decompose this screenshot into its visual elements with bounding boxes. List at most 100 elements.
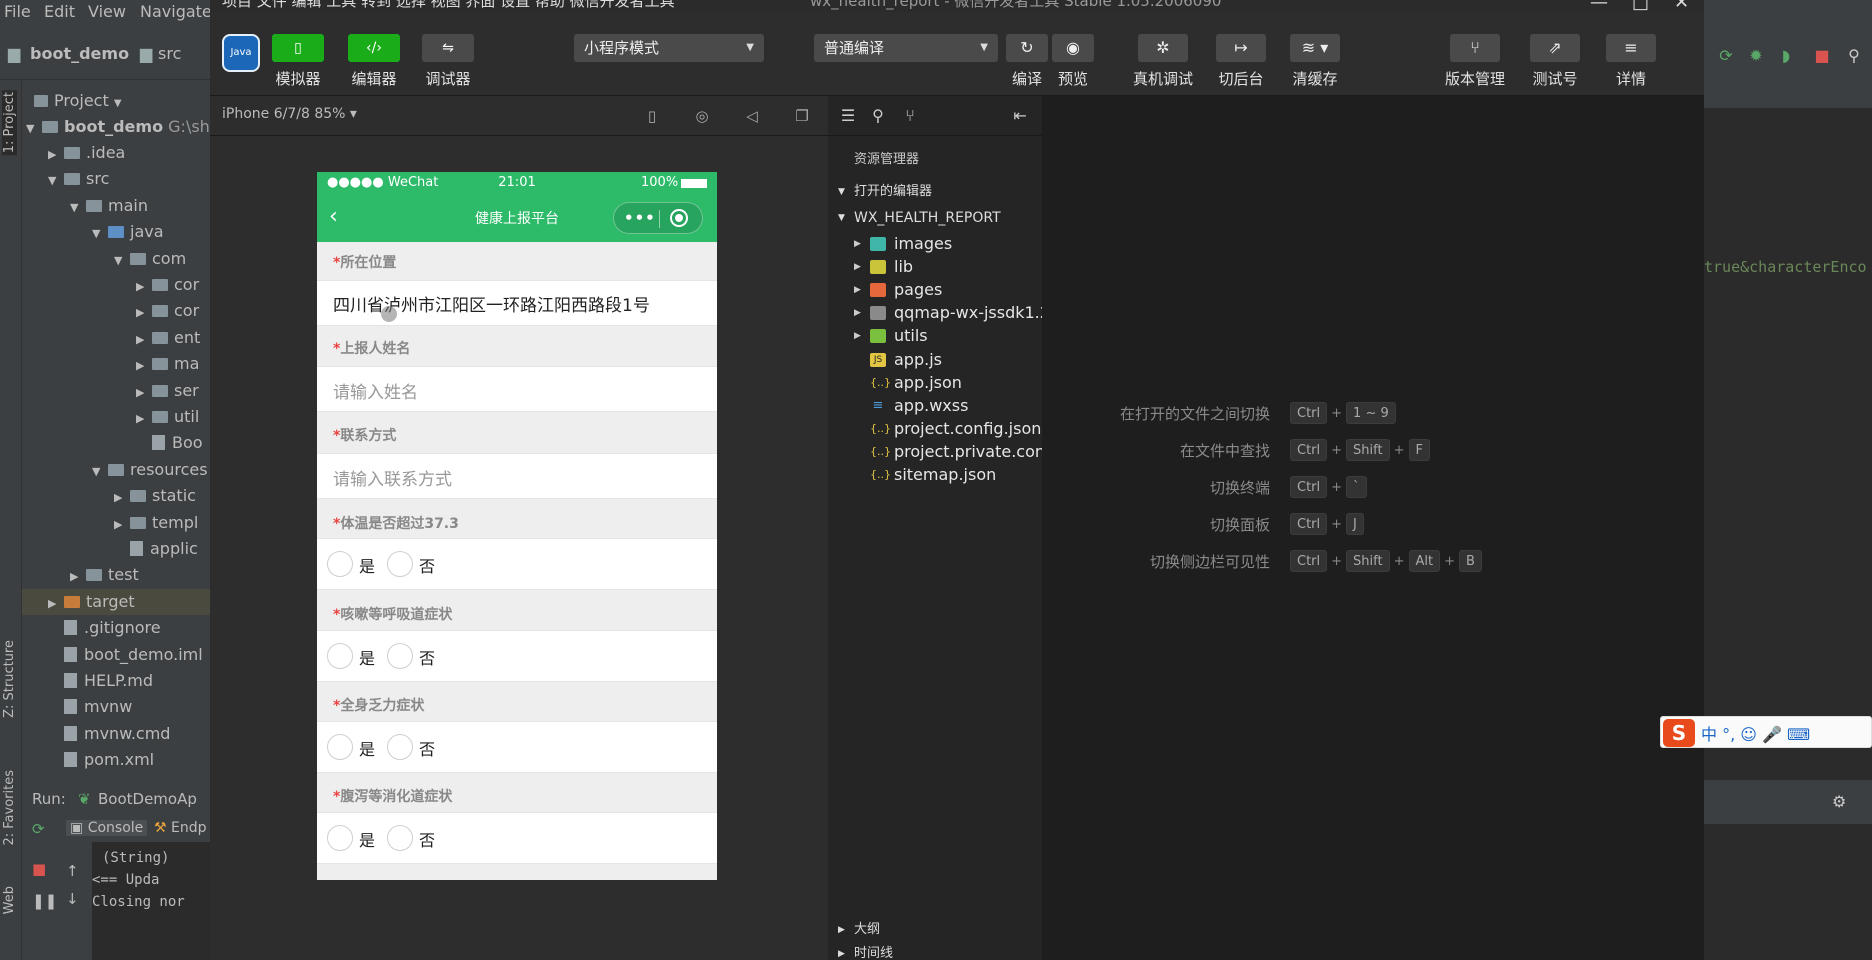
tree-item[interactable]: ▶ util bbox=[136, 404, 199, 430]
gear-icon[interactable]: ⚙ bbox=[1832, 792, 1846, 811]
phone-icon[interactable]: ▯ bbox=[642, 106, 662, 126]
timeline-section[interactable]: ▶ 时间线 bbox=[828, 942, 1042, 960]
editor-button[interactable]: ‹/› bbox=[348, 34, 400, 62]
tree-item[interactable]: mvnw.cmd bbox=[48, 721, 170, 747]
tab-structure[interactable]: Z: Structure bbox=[2, 640, 17, 718]
tree-item[interactable]: ▶ ent bbox=[136, 325, 200, 351]
breadcrumb-project[interactable]: boot_demo bbox=[30, 44, 129, 63]
volume-icon[interactable]: ◁ bbox=[742, 106, 762, 126]
location-field[interactable]: 四川省泸州市江阳区一环路江阳西路段1号 bbox=[317, 280, 717, 326]
version-button[interactable]: ⑂ bbox=[1450, 34, 1500, 62]
source-control-icon[interactable]: ⑂ bbox=[900, 106, 920, 126]
close-mini-icon[interactable] bbox=[670, 209, 688, 227]
explorer-item[interactable]: ▶ pages bbox=[828, 278, 1042, 302]
tree-item[interactable]: ▼ src bbox=[48, 166, 109, 192]
devtools-menus[interactable]: 项目 文件 编辑 工具 转到 选择 视图 界面 设置 帮助 微信开发者工具 bbox=[222, 0, 675, 11]
simulator-button[interactable]: ▯ bbox=[272, 34, 324, 62]
coverage-icon[interactable]: ◗ bbox=[1776, 46, 1796, 66]
tree-item[interactable]: ▶ target bbox=[22, 588, 210, 615]
more-icon[interactable]: ••• bbox=[624, 209, 656, 227]
radio-yes[interactable] bbox=[327, 734, 353, 760]
tree-item[interactable]: mvnw bbox=[48, 694, 132, 720]
explorer-item[interactable]: ▶ utils bbox=[828, 324, 1042, 348]
menu-file[interactable]: File bbox=[4, 0, 31, 24]
tree-item[interactable]: ▶ cor bbox=[136, 272, 199, 298]
collapse-panel-icon[interactable]: ⇤ bbox=[1010, 106, 1030, 126]
explorer-item[interactable]: JS app.js bbox=[828, 348, 1042, 372]
stop-icon[interactable]: ■ bbox=[1812, 46, 1832, 66]
tab-favorites[interactable]: 2: Favorites bbox=[2, 770, 17, 846]
close-icon[interactable]: ✕ bbox=[1674, 0, 1689, 12]
avatar[interactable]: Java bbox=[222, 34, 260, 72]
tree-root[interactable]: ▼boot_demo G:\she bbox=[26, 114, 210, 140]
explorer-item[interactable]: ≡ app.wxss bbox=[828, 394, 1042, 418]
explorer-item[interactable]: {..} app.json bbox=[828, 371, 1042, 395]
console-tab[interactable]: ▣ Console bbox=[66, 820, 148, 836]
mode-select[interactable]: 小程序模式 ▼ bbox=[574, 34, 764, 62]
preview-button[interactable]: ◉ bbox=[1052, 34, 1094, 62]
record-icon[interactable]: ◎ bbox=[692, 106, 712, 126]
search-icon[interactable]: ⚲ bbox=[868, 106, 888, 126]
project-header[interactable]: Project ▼ bbox=[34, 88, 122, 114]
tree-item[interactable]: ▼ com bbox=[114, 246, 186, 272]
tree-item[interactable]: ▶ ma bbox=[136, 351, 199, 377]
tree-item[interactable]: ▼ main bbox=[70, 193, 148, 219]
radio-yes[interactable] bbox=[327, 551, 353, 577]
tree-item[interactable]: ▼ java bbox=[92, 219, 164, 245]
tree-item[interactable]: Boo bbox=[136, 430, 203, 456]
menu-edit[interactable]: Edit bbox=[44, 0, 75, 24]
run-config-tab[interactable]: BootDemoAp bbox=[98, 790, 197, 808]
tree-item[interactable]: ▶ test bbox=[70, 562, 139, 588]
popout-icon[interactable]: ❐ bbox=[792, 106, 812, 126]
endpoints-tab[interactable]: ⚒ Endp bbox=[154, 820, 207, 836]
arrow-up-icon[interactable]: ↑ bbox=[66, 862, 79, 880]
tree-item[interactable]: HELP.md bbox=[48, 668, 153, 694]
remote-debug-button[interactable]: ✲ bbox=[1138, 34, 1188, 62]
capsule-menu[interactable]: ••• bbox=[613, 202, 703, 234]
menu-view[interactable]: View bbox=[88, 0, 126, 24]
rerun-icon[interactable]: ⟳ bbox=[1716, 46, 1736, 66]
breadcrumb-src[interactable]: src bbox=[158, 44, 181, 63]
search-icon[interactable]: ⚲ bbox=[1844, 46, 1864, 66]
name-input[interactable]: 请输入姓名 bbox=[317, 366, 717, 412]
tree-item[interactable]: pom.xml bbox=[48, 747, 154, 773]
clear-cache-button[interactable]: ≋ ▾ bbox=[1290, 34, 1340, 62]
project-section[interactable]: ▼ WX_HEALTH_REPORT bbox=[828, 206, 1042, 230]
tab-web[interactable]: Web bbox=[2, 886, 17, 914]
pause-icon[interactable]: ❚❚ bbox=[32, 892, 57, 910]
background-button[interactable]: ↦ bbox=[1216, 34, 1266, 62]
radio-yes[interactable] bbox=[327, 825, 353, 851]
tree-item[interactable]: ▼ resources bbox=[92, 457, 208, 483]
arrow-down-icon[interactable]: ↓ bbox=[66, 890, 79, 908]
menu-navigate[interactable]: Navigate bbox=[140, 0, 212, 24]
minimize-icon[interactable]: — bbox=[1590, 0, 1608, 12]
tree-item[interactable]: ▶ .idea bbox=[48, 140, 125, 166]
ime-toolbar[interactable]: S 中 °, ☺ 🎤 ⌨ bbox=[1660, 716, 1872, 748]
explorer-item[interactable]: {..} project.config.json bbox=[828, 417, 1042, 441]
device-select[interactable]: iPhone 6/7/8 85% ▾ bbox=[222, 106, 357, 122]
tree-item[interactable]: ▶ ser bbox=[136, 378, 199, 404]
compile-button[interactable]: ↻ bbox=[1006, 34, 1048, 62]
compile-select[interactable]: 普通编译 ▼ bbox=[814, 34, 998, 62]
radio-no[interactable] bbox=[387, 734, 413, 760]
contact-input[interactable]: 请输入联系方式 bbox=[317, 453, 717, 499]
tree-item[interactable]: .gitignore bbox=[48, 615, 161, 641]
radio-no[interactable] bbox=[387, 643, 413, 669]
explorer-item[interactable]: ▶ lib bbox=[828, 255, 1042, 279]
tree-item[interactable]: applic bbox=[114, 536, 198, 562]
tree-item[interactable]: ▶ static bbox=[114, 483, 196, 509]
rerun-icon[interactable]: ⟳ bbox=[32, 820, 45, 838]
list-icon[interactable]: ☰ bbox=[838, 106, 858, 126]
maximize-icon[interactable]: □ bbox=[1632, 0, 1649, 12]
explorer-item[interactable]: ▶ qqmap-wx-jssdk1.2 bbox=[828, 301, 1050, 325]
debug-icon[interactable]: ✹ bbox=[1746, 46, 1766, 66]
details-button[interactable]: ≡ bbox=[1606, 34, 1656, 62]
radio-no[interactable] bbox=[387, 825, 413, 851]
open-editors-section[interactable]: ▼ 打开的编辑器 bbox=[828, 180, 1042, 204]
tab-project[interactable]: 1: Project bbox=[2, 90, 17, 156]
explorer-item[interactable]: {..} sitemap.json bbox=[828, 463, 1042, 487]
debugger-button[interactable]: ⇋ bbox=[422, 34, 474, 62]
tree-item[interactable]: ▶ cor bbox=[136, 298, 199, 324]
radio-no[interactable] bbox=[387, 551, 413, 577]
test-no-button[interactable]: ⇗ bbox=[1530, 34, 1580, 62]
